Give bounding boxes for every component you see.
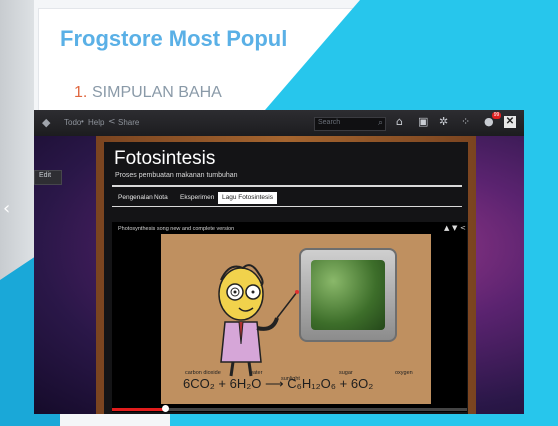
divider — [112, 185, 462, 187]
thumbs-down-icon[interactable]: ▼ — [452, 224, 457, 232]
photosynthesis-equation: 6CO₂ + 6H₂O ⟶ C₆H₁₂O₆ + 6O₂ — [183, 376, 374, 391]
content-panel: Fotosintesis Proses pembuatan makanan tu… — [104, 142, 468, 414]
separator-dot: • — [81, 117, 84, 126]
background-list-number: 1. — [74, 84, 88, 101]
video-progress-fill — [112, 408, 166, 411]
edit-button-label: Edit — [39, 172, 52, 179]
home-icon[interactable]: ⌂ — [396, 115, 403, 129]
help-link[interactable]: Help — [88, 118, 104, 127]
tab-eksperimen[interactable]: Eksperimen — [180, 192, 214, 204]
edit-button[interactable]: Edit — [34, 170, 62, 185]
share-icon[interactable]: < — [460, 224, 466, 232]
tab-pengenalan[interactable]: Pengenalan — [118, 192, 153, 204]
apps-icon[interactable]: ⁘ — [461, 115, 470, 129]
page-title: Fotosintesis — [114, 148, 216, 169]
leaf-image — [311, 260, 385, 330]
thumbs-up-icon[interactable]: ▲ — [444, 224, 449, 232]
screenshot-window: ◆ Todo • Help < Share Search ⌕ ⌂ ▣ ✲ ⁘ ●… — [34, 110, 524, 414]
tab-lagu-fotosintesis[interactable]: Lagu Fotosintesis — [218, 192, 277, 204]
background-list-item[interactable]: SIMPULAN BAHA — [92, 84, 222, 102]
tab-nota[interactable]: Nota — [154, 192, 168, 204]
bookmark-icon[interactable]: ▣ — [418, 115, 428, 129]
video-title[interactable]: Photosynthesis song new and complete ver… — [118, 226, 234, 232]
video-player[interactable]: Photosynthesis song new and complete ver… — [112, 222, 467, 412]
frog-logo-icon[interactable]: ◆ — [42, 117, 56, 129]
share-link[interactable]: Share — [118, 118, 139, 127]
video-progress-handle[interactable] — [162, 405, 170, 412]
leaf-image-tile — [299, 248, 397, 342]
search-icon[interactable]: ⌕ — [378, 118, 383, 128]
video-frame: carbon dioxide water sunlight sugar oxyg… — [161, 234, 431, 404]
page-subtitle: Proses pembuatan makanan tumbuhan — [115, 172, 238, 179]
settings-icon[interactable]: ✲ — [439, 115, 448, 129]
search-input[interactable]: Search ⌕ — [314, 117, 386, 131]
top-toolbar: ◆ Todo • Help < Share Search ⌕ ⌂ ▣ ✲ ⁘ ●… — [34, 110, 524, 136]
background-title: Frogstore Most Popul — [60, 26, 288, 51]
search-placeholder: Search — [318, 119, 341, 126]
notification-badge: 99 — [492, 112, 501, 119]
chevron-left-icon[interactable]: ‹ — [3, 198, 10, 219]
todo-link[interactable]: Todo — [64, 118, 81, 127]
wooden-frame: Fotosintesis Proses pembuatan makanan tu… — [96, 136, 476, 414]
divider — [112, 206, 462, 207]
close-icon[interactable]: ✕ — [504, 116, 516, 128]
video-progress-bar[interactable] — [112, 405, 467, 412]
equation-label-oxygen: oxygen — [395, 370, 413, 376]
share-icon[interactable]: < — [108, 117, 116, 127]
